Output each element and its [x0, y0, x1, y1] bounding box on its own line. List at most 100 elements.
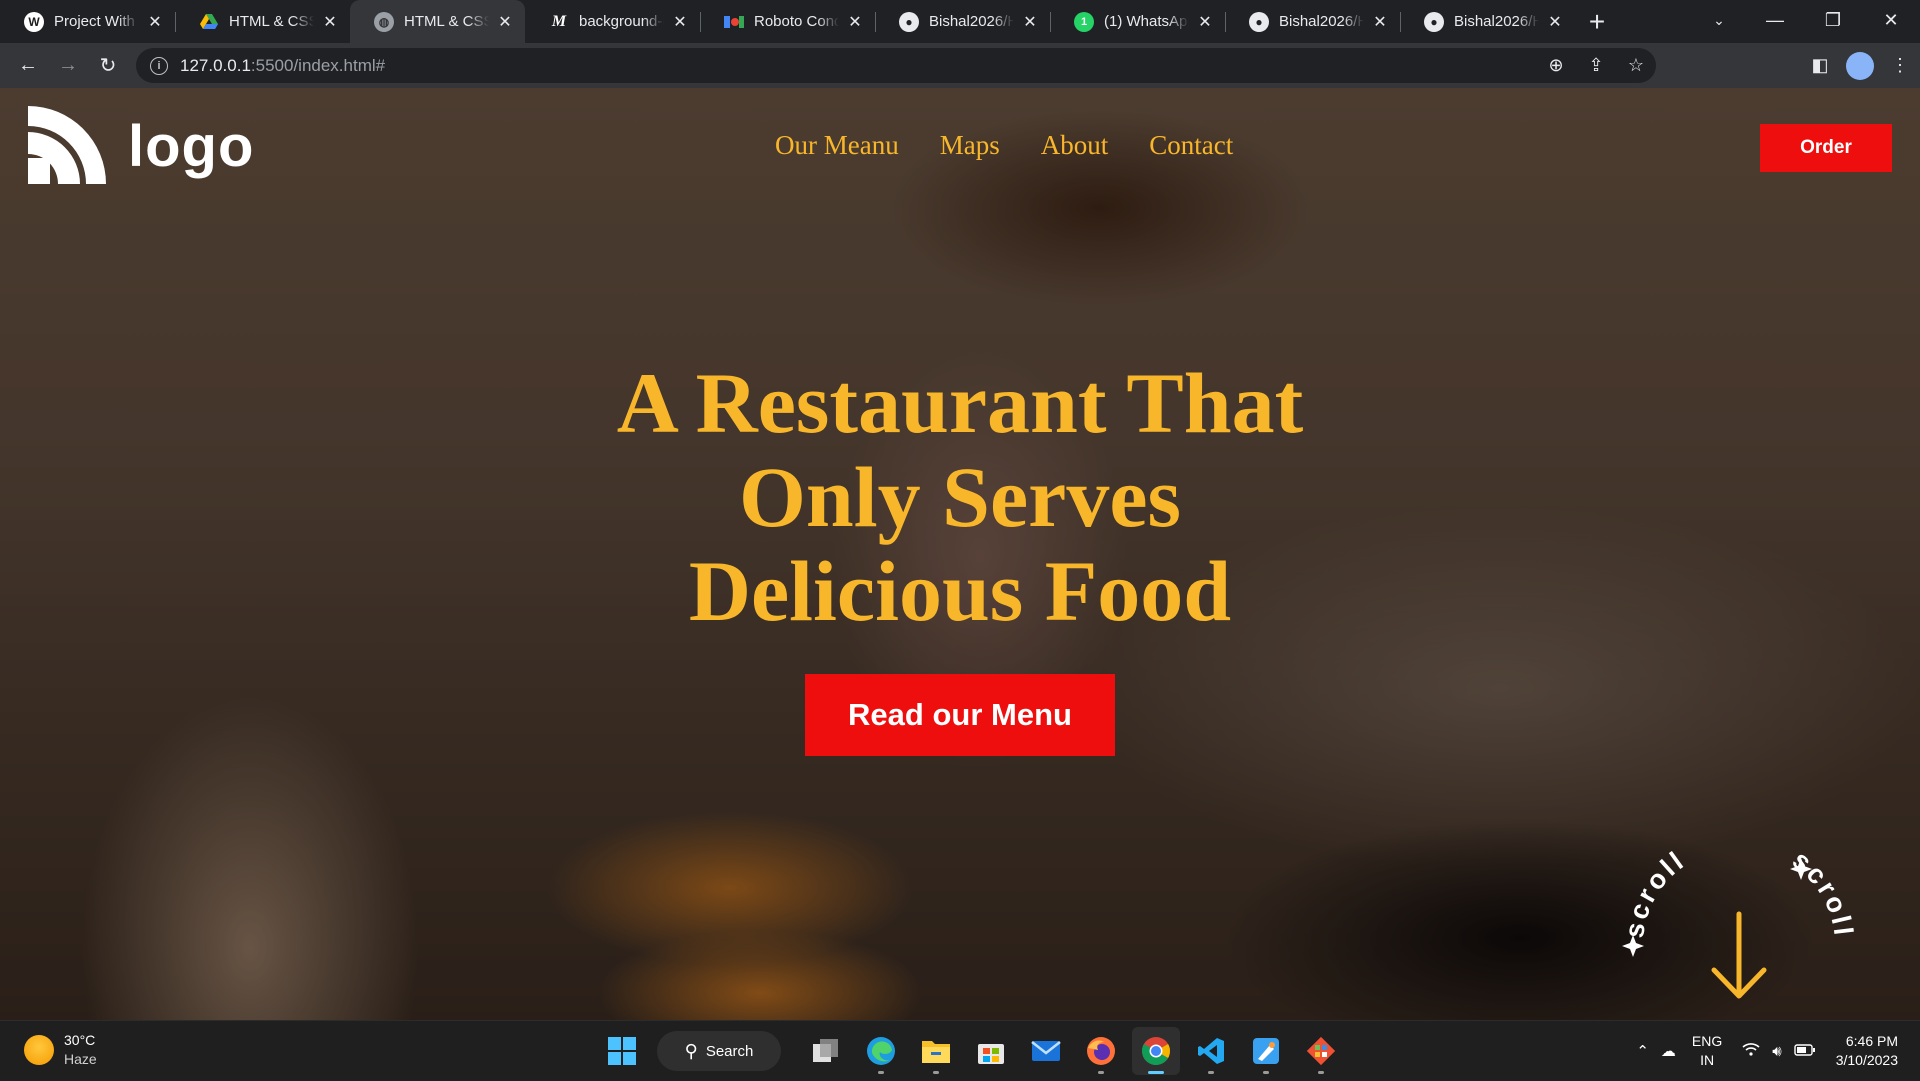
browser-tab[interactable]: M background-in ✕	[525, 0, 700, 43]
time: 6:46 PM	[1845, 1033, 1898, 1049]
nav-link-contact[interactable]: Contact	[1149, 130, 1233, 161]
share-icon[interactable]: ⇪	[1576, 48, 1616, 83]
close-window-button[interactable]: ✕	[1862, 0, 1920, 40]
language-indicator[interactable]: ENG IN	[1692, 1032, 1722, 1070]
close-tab-icon[interactable]: ✕	[670, 12, 690, 32]
reload-icon[interactable]: ↻	[88, 48, 128, 84]
hero-title-line: Only Serves	[739, 449, 1181, 545]
side-panel-icon[interactable]: ◧	[1800, 43, 1840, 88]
search-icon: ⚲	[684, 1040, 698, 1061]
browser-tab-active[interactable]: ◍ HTML & CSS p ✕	[350, 0, 525, 43]
close-tab-icon[interactable]: ✕	[1020, 12, 1040, 32]
task-view-icon	[813, 1039, 838, 1062]
close-tab-icon[interactable]: ✕	[495, 12, 515, 32]
browser-menu-icon[interactable]: ⋮	[1880, 43, 1920, 88]
microsoft-store-app[interactable]	[967, 1027, 1015, 1075]
chrome-app[interactable]	[1132, 1027, 1180, 1075]
onedrive-cloud-icon[interactable]: ☁	[1661, 1042, 1676, 1060]
paint-app[interactable]	[1242, 1027, 1290, 1075]
vscode-app[interactable]	[1187, 1027, 1235, 1075]
tab-title: HTML & CSS p	[404, 13, 489, 30]
tab-title: (1) WhatsApp	[1104, 13, 1189, 30]
main-nav: Our Meanu Maps About Contact	[775, 130, 1233, 161]
close-tab-icon[interactable]: ✕	[1195, 12, 1215, 32]
chevron-up-icon[interactable]: ⌃	[1636, 1042, 1649, 1060]
scroll-badge[interactable]: scroll scroll scroll	[1618, 824, 1860, 1020]
nav-link-our-menu[interactable]: Our Meanu	[775, 130, 899, 161]
browser-tab[interactable]: 1 (1) WhatsApp ✕	[1050, 0, 1225, 43]
read-menu-button[interactable]: Read our Menu	[805, 674, 1115, 756]
start-button[interactable]	[598, 1027, 646, 1075]
site-info-icon[interactable]: i	[150, 56, 168, 75]
hero-title-line: A Restaurant That	[616, 355, 1304, 451]
temperature: 30°C	[64, 1032, 96, 1048]
zoom-icon[interactable]: ⊕	[1536, 48, 1576, 83]
mail-app[interactable]	[1022, 1027, 1070, 1075]
system-tray: ⌃ ☁ ENG IN 🔊︎ 6:46 PM 3/10/2023	[1630, 1021, 1920, 1081]
arrow-down-icon	[1711, 911, 1767, 999]
window-controls: — ❐ ✕	[1746, 0, 1920, 40]
site-logo[interactable]: logo	[28, 106, 254, 186]
firefox-icon	[1087, 1037, 1115, 1065]
hero-title-line: Delicious Food	[688, 543, 1232, 639]
bookmark-star-icon[interactable]: ☆	[1616, 48, 1656, 83]
tab-title: Bishal2026/HT	[929, 13, 1014, 30]
edge-app[interactable]	[857, 1027, 905, 1075]
volume-icon[interactable]: 🔊︎	[1772, 1043, 1781, 1060]
weather-widget[interactable]: 30°C Haze	[24, 1031, 97, 1069]
browser-tab[interactable]: ● Bishal2026/HT ✕	[1400, 0, 1575, 43]
mail-icon	[1031, 1041, 1061, 1061]
close-tab-icon[interactable]: ✕	[1370, 12, 1390, 32]
close-tab-icon[interactable]: ✕	[320, 12, 340, 32]
order-button[interactable]: Order	[1760, 124, 1892, 172]
address-bar[interactable]: i 127.0.0.1:5500/index.html# ⊕ ⇪ ☆	[136, 48, 1656, 83]
battery-icon[interactable]	[1794, 1043, 1816, 1060]
git-app[interactable]	[1297, 1027, 1345, 1075]
nav-link-about[interactable]: About	[1041, 130, 1109, 161]
wifi-icon[interactable]	[1742, 1042, 1760, 1060]
tab-title: Roboto Conde	[754, 13, 839, 30]
svg-text:scroll: scroll	[1787, 845, 1859, 940]
language: ENG	[1691, 1033, 1723, 1049]
browser-tab[interactable]: ● Bishal2026/HT ✕	[1225, 0, 1400, 43]
folder-icon	[922, 1041, 950, 1063]
tab-title: HTML & CSS P	[229, 13, 314, 30]
tab-search-chevron-icon[interactable]: ⌄	[1694, 0, 1744, 40]
back-arrow-icon[interactable]: ←	[8, 48, 48, 84]
whatsapp-icon: 1	[1074, 11, 1094, 32]
file-explorer-app[interactable]	[912, 1027, 960, 1075]
taskbar-search[interactable]: ⚲ Search	[657, 1031, 781, 1071]
browser-tab[interactable]: HTML & CSS P ✕	[175, 0, 350, 43]
hero-title: A Restaurant That Only Serves Delicious …	[460, 356, 1460, 638]
google-drive-icon	[199, 12, 219, 32]
browser-tab[interactable]: Roboto Conde ✕	[700, 0, 875, 43]
nav-link-maps[interactable]: Maps	[940, 130, 1000, 161]
browser-tab-strip: W Project With M ✕ HTML & CSS P ✕ ◍ HTML…	[0, 0, 1920, 43]
windows-logo-icon	[608, 1037, 636, 1065]
browser-tab[interactable]: ● Bishal2026/HT ✕	[875, 0, 1050, 43]
browser-tab[interactable]: W Project With M ✕	[0, 0, 175, 43]
close-tab-icon[interactable]: ✕	[1545, 12, 1565, 32]
haze-sun-icon	[24, 1035, 54, 1065]
profile-avatar[interactable]	[1846, 51, 1874, 80]
minimize-button[interactable]: —	[1746, 0, 1804, 40]
close-tab-icon[interactable]: ✕	[845, 12, 865, 32]
browser-toolbar: ← → ↻ i 127.0.0.1:5500/index.html# ⊕ ⇪ ☆…	[0, 43, 1920, 88]
clock[interactable]: 6:46 PM 3/10/2023	[1836, 1032, 1898, 1070]
firefox-app[interactable]	[1077, 1027, 1125, 1075]
tab-title: background-in	[579, 13, 664, 30]
new-tab-button[interactable]: +	[1575, 0, 1619, 43]
close-tab-icon[interactable]: ✕	[145, 12, 165, 32]
search-label: Search	[705, 1042, 754, 1060]
restore-button[interactable]: ❐	[1804, 0, 1862, 40]
tab-title: Project With M	[54, 13, 139, 30]
mdn-icon: M	[551, 12, 567, 30]
store-icon	[978, 1044, 1004, 1064]
wordpress-icon: W	[24, 11, 44, 32]
task-view-button[interactable]	[802, 1027, 850, 1075]
scroll-text: scroll	[1619, 844, 1691, 939]
git-icon	[1306, 1036, 1336, 1066]
chrome-icon	[1142, 1037, 1170, 1065]
region: IN	[1700, 1052, 1715, 1068]
forward-arrow-icon[interactable]: →	[48, 48, 88, 84]
